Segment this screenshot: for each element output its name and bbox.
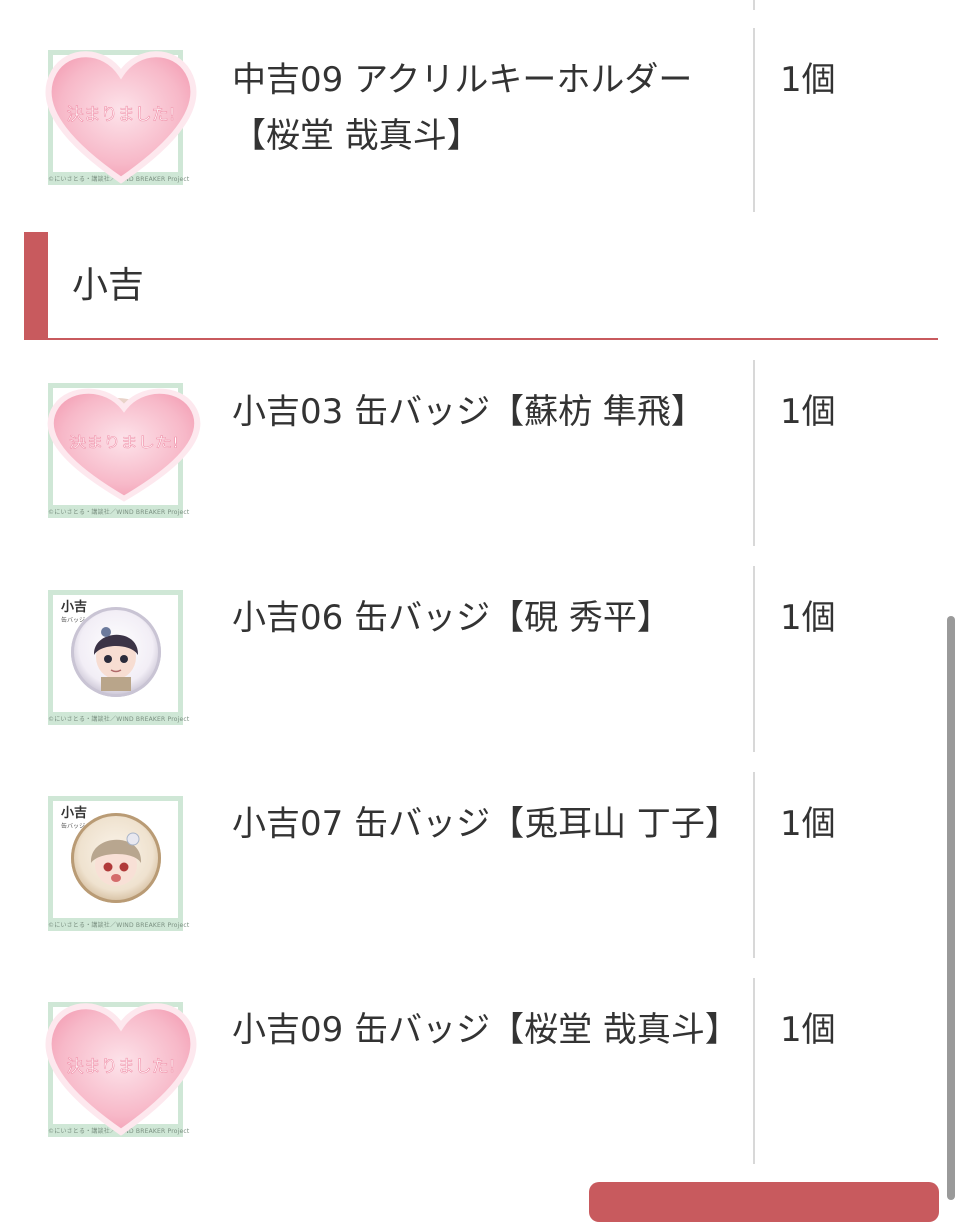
section-title: 小吉 <box>72 265 145 306</box>
item-thumbnail: ©にいさとる・講談社／WIND BREAKER Project 決まりました! <box>45 1002 197 1137</box>
list-item[interactable]: ©にいさとる・講談社／WIND BREAKER Project 決まりました! … <box>0 340 962 546</box>
item-thumbnail: ©にいさとる・講談社／WIND BREAKER Project 決まりました! <box>45 50 197 185</box>
column-divider <box>753 28 755 212</box>
column-divider <box>753 566 755 752</box>
copyright-text: ©にいさとる・講談社／WIND BREAKER Project <box>48 716 190 723</box>
character-illustration <box>93 627 139 691</box>
column-divider <box>753 772 755 958</box>
scrollbar[interactable] <box>947 616 955 1200</box>
list-item[interactable]: ©にいさとる・講談社／WIND BREAKER Project 決まりました! … <box>0 0 962 232</box>
copyright-text: ©にいさとる・講談社／WIND BREAKER Project <box>48 922 190 929</box>
section-header: 小吉 <box>24 232 938 340</box>
item-name: 小吉07 缶バッジ【兎耳山 丁子】 <box>232 804 739 844</box>
item-quantity: 1個 <box>780 804 836 844</box>
item-thumbnail: 小吉 缶バッジ ©にいさとる・講談社／WIND BREAKER Project <box>48 796 190 931</box>
badge-rank-label: 小吉 <box>61 600 88 615</box>
list-item[interactable]: 小吉 缶バッジ ©にいさとる・講談社／WIND BREAKER Project … <box>0 566 962 752</box>
badge-image <box>71 607 161 697</box>
decided-label: 決まりました! <box>67 105 176 125</box>
heart-icon: 決まりました! <box>47 388 201 502</box>
item-thumbnail: ©にいさとる・講談社／WIND BREAKER Project 決まりました! <box>47 383 201 518</box>
heart-icon: 決まりました! <box>45 1003 197 1136</box>
item-name: 小吉06 缶バッジ【硯 秀平】 <box>232 598 671 638</box>
section-accent-bar <box>24 232 48 340</box>
heart-icon: 決まりました! <box>45 51 197 184</box>
action-button[interactable] <box>589 1182 939 1222</box>
item-quantity: 1個 <box>780 60 836 100</box>
badge-rank-label: 小吉 <box>61 806 88 821</box>
item-thumbnail: 小吉 缶バッジ ©にいさとる・講談社／WIND BREAKER Project <box>48 590 190 725</box>
list-item[interactable]: ©にいさとる・講談社／WIND BREAKER Project 決まりました! … <box>0 978 962 1164</box>
list-item[interactable]: 小吉 缶バッジ ©にいさとる・講談社／WIND BREAKER Project … <box>0 772 962 958</box>
column-divider <box>753 978 755 1164</box>
character-illustration <box>90 832 142 886</box>
item-quantity: 1個 <box>780 1010 836 1050</box>
item-name: 小吉09 缶バッジ【桜堂 哉真斗】 <box>232 1010 739 1050</box>
item-name: 小吉03 缶バッジ【蘇枋 隼飛】 <box>232 392 705 432</box>
copyright-text: ©にいさとる・講談社／WIND BREAKER Project <box>48 509 190 516</box>
decided-label: 決まりました! <box>69 434 179 451</box>
item-quantity: 1個 <box>780 598 836 638</box>
column-divider <box>753 360 755 546</box>
item-quantity: 1個 <box>780 392 836 432</box>
badge-image <box>71 813 161 903</box>
decided-label: 決まりました! <box>67 1057 176 1077</box>
item-name: 中吉09 アクリルキーホルダー【桜堂 哉真斗】 <box>232 60 693 156</box>
